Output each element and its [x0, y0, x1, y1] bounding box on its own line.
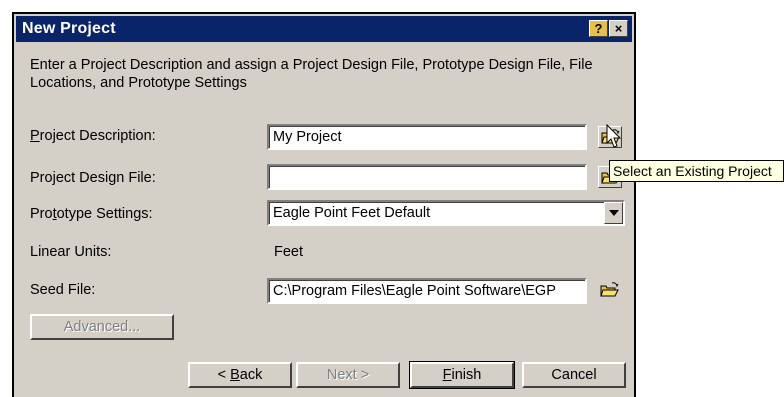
- window-title: New Project: [22, 20, 116, 37]
- project-design-file-label: Project Design File:: [30, 170, 156, 186]
- next-button[interactable]: Next >: [296, 362, 400, 388]
- prototype-settings-dropdown[interactable]: Eagle Point Feet Default: [267, 200, 625, 226]
- project-design-file-input[interactable]: [267, 164, 587, 190]
- new-project-dialog: New Project ? × Enter a Project Descript…: [12, 12, 636, 397]
- seed-file-input[interactable]: C:\Program Files\Eagle Point Software\EG…: [267, 278, 587, 304]
- seed-file-label: Seed File:: [30, 282, 96, 298]
- linear-units-label: Linear Units:: [30, 244, 112, 260]
- advanced-button[interactable]: Advanced...: [30, 314, 174, 340]
- linear-units-value: Feet: [274, 244, 304, 260]
- close-icon: ×: [614, 21, 623, 36]
- title-bar[interactable]: New Project ? ×: [16, 16, 632, 42]
- prototype-settings-label: Prototype Settings:: [30, 206, 153, 222]
- mouse-pointer-icon: [606, 124, 622, 148]
- close-button[interactable]: ×: [609, 20, 628, 37]
- tooltip: Select an Existing Project: [609, 160, 784, 182]
- help-button[interactable]: ?: [589, 20, 608, 37]
- instructions-text: Enter a Project Description and assign a…: [30, 57, 593, 91]
- browse-seed-file-button[interactable]: [598, 280, 622, 302]
- chevron-down-icon[interactable]: [604, 202, 623, 224]
- back-button[interactable]: < Back: [188, 362, 292, 388]
- finish-button[interactable]: Finish: [409, 361, 515, 389]
- help-icon: ?: [594, 21, 603, 36]
- open-folder-icon: [600, 282, 619, 297]
- project-description-input[interactable]: My Project: [267, 124, 587, 150]
- prototype-settings-value: Eagle Point Feet Default: [273, 205, 431, 221]
- cancel-button[interactable]: Cancel: [522, 362, 626, 388]
- project-description-label: Project Description:: [30, 128, 156, 144]
